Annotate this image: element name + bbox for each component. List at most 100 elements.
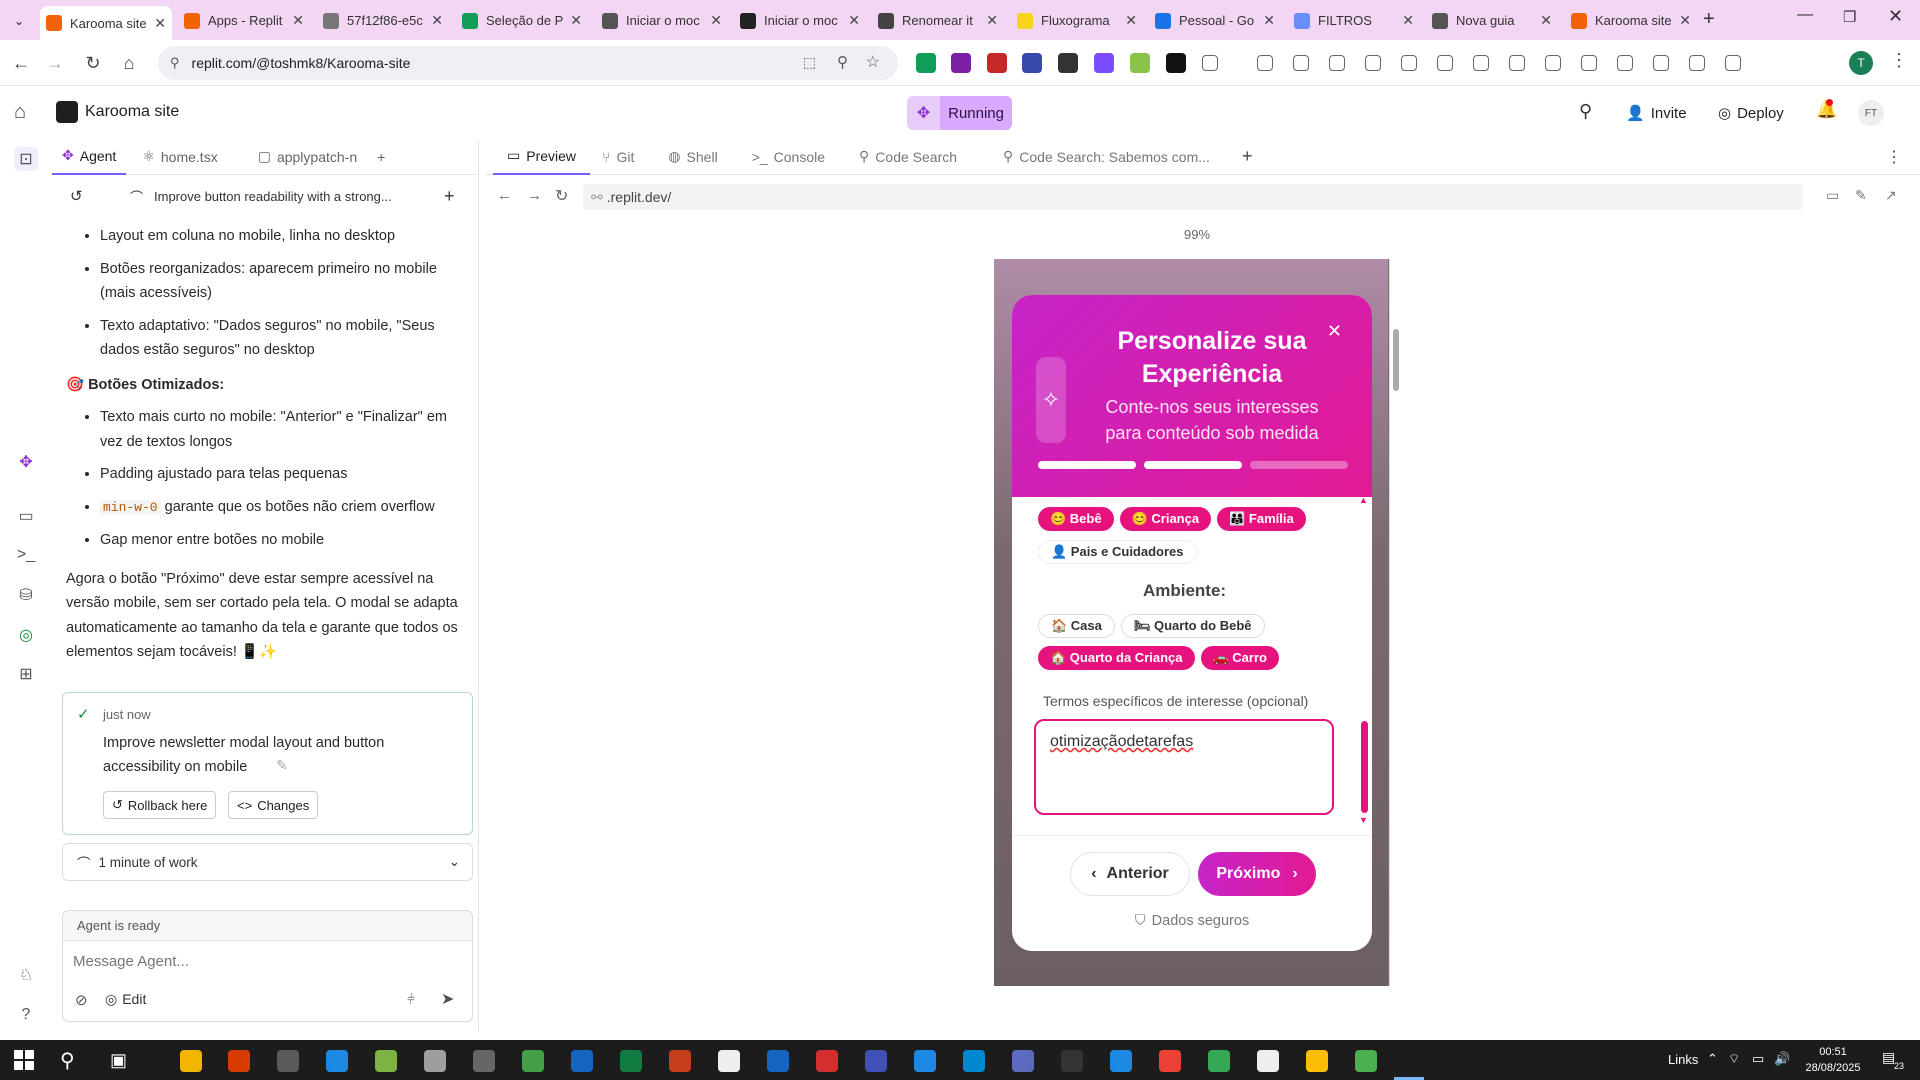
scroll-up-icon[interactable]: ▲	[1359, 495, 1368, 505]
edit-mode-button[interactable]: ◎ Edit	[105, 991, 146, 1008]
volume-icon[interactable]: 🔊	[1774, 1051, 1790, 1067]
tab-applypatch[interactable]: ▢ applypatch-n	[248, 139, 367, 175]
browser-tab[interactable]: Nova guia ✕	[1426, 6, 1558, 35]
close-tab-icon[interactable]: ✕	[1402, 12, 1414, 29]
add-tab-icon[interactable]: +	[367, 139, 395, 175]
tab-preview[interactable]: ▭ Preview	[493, 139, 591, 175]
taskbar-app-icon[interactable]	[1355, 1050, 1377, 1072]
reload-icon[interactable]: ↻	[80, 50, 106, 76]
taskbar-app-icon[interactable]	[326, 1050, 348, 1072]
pane-menu-icon[interactable]: ⋮	[1886, 147, 1902, 167]
new-tab-icon[interactable]: +	[1703, 8, 1715, 31]
devtools-icon[interactable]: ▭	[1826, 187, 1839, 204]
taskbar-app-icon[interactable]	[277, 1050, 299, 1072]
settings-sliders-icon[interactable]: ⫩	[407, 991, 415, 1008]
changes-button[interactable]: <> Changes	[228, 791, 319, 819]
project-name[interactable]: Karooma site	[85, 103, 179, 121]
open-external-icon[interactable]: ↗	[1885, 187, 1897, 204]
chip-carro[interactable]: 🚗 Carro	[1200, 646, 1279, 670]
taskbar-app-icon[interactable]	[816, 1050, 838, 1072]
close-window-icon[interactable]: ✕	[1888, 6, 1903, 27]
chip-crianca[interactable]: 😊 Criança	[1119, 507, 1212, 531]
site-info-icon[interactable]: ⚲	[170, 55, 180, 71]
history-icon[interactable]: ↺	[70, 187, 83, 205]
extension-icon[interactable]	[1509, 55, 1525, 71]
taskbar-app-icon[interactable]	[963, 1050, 985, 1072]
help-icon[interactable]: ?	[14, 1003, 38, 1027]
preview-forward-icon[interactable]: →	[527, 187, 542, 204]
extension-icon[interactable]	[1581, 55, 1597, 71]
extension-icon[interactable]	[1725, 55, 1741, 71]
taskbar-app-icon[interactable]	[424, 1050, 446, 1072]
restore-icon[interactable]: ❐	[1843, 8, 1856, 26]
taskbar-app-icon[interactable]	[522, 1050, 544, 1072]
search-icon[interactable]: ⚲	[1579, 101, 1592, 122]
thread-title[interactable]: Improve button readability with a strong…	[154, 189, 392, 204]
extension-icon[interactable]	[1437, 55, 1453, 71]
chrome-menu-icon[interactable]: ⋮	[1890, 50, 1908, 71]
modal-scrollbar-thumb[interactable]	[1361, 721, 1368, 813]
taskbar-app-icon[interactable]	[1061, 1050, 1083, 1072]
close-tab-icon[interactable]: ✕	[1125, 12, 1137, 29]
browser-tab[interactable]: Fluxograma ✕	[1011, 6, 1143, 35]
extension-icon[interactable]	[1166, 53, 1186, 73]
user-avatar[interactable]: FT	[1858, 100, 1884, 126]
frame-scrollbar-thumb[interactable]	[1393, 329, 1399, 391]
extension-icon[interactable]	[1094, 53, 1114, 73]
extension-icon[interactable]	[1257, 55, 1273, 71]
taskbar-app-icon[interactable]	[1306, 1050, 1328, 1072]
chip-bebe[interactable]: 😊 Bebê	[1038, 507, 1114, 531]
alerts-icon[interactable]: ♘	[14, 963, 38, 987]
extension-icon[interactable]	[1202, 55, 1218, 71]
tab-git[interactable]: ⑂ Git	[592, 139, 644, 175]
tab-console[interactable]: >_ Console	[742, 139, 835, 175]
preview-back-icon[interactable]: ←	[497, 187, 512, 204]
taskbar-app-icon[interactable]	[473, 1050, 495, 1072]
message-input[interactable]	[73, 949, 453, 973]
database-icon[interactable]: ⛁	[14, 583, 38, 607]
frame-scrollbar[interactable]	[1389, 259, 1402, 986]
close-tab-icon[interactable]: ✕	[1540, 12, 1552, 29]
browser-tab[interactable]: 57f12f86-e5c ✕	[317, 6, 449, 35]
tab-search-icon[interactable]: ⌄	[8, 10, 30, 32]
taskbar-app-icon[interactable]	[767, 1050, 789, 1072]
close-tab-icon[interactable]: ✕	[710, 12, 722, 29]
wifi-icon[interactable]: ⌔	[1728, 1051, 1740, 1067]
chip-pais[interactable]: 👤 Pais e Cuidadores	[1038, 540, 1197, 564]
home-icon[interactable]: ⌂	[116, 50, 142, 76]
invite-button[interactable]: 👤 Invite	[1616, 96, 1697, 130]
tray-chevron-icon[interactable]: ⌃	[1707, 1051, 1718, 1067]
preview-url-field[interactable]: ⚯ .replit.dev/	[583, 184, 1803, 210]
terms-textarea[interactable]: otimizaçãodetarefas	[1034, 719, 1334, 815]
extension-icon[interactable]	[1058, 53, 1078, 73]
edit-pencil-icon[interactable]: ✎	[276, 757, 288, 774]
browser-tab[interactable]: Karooma site ✕	[40, 6, 172, 40]
extension-icon[interactable]	[1545, 55, 1561, 71]
taskbar-app-icon[interactable]	[1159, 1050, 1181, 1072]
browser-tab[interactable]: Apps - Replit ✕	[178, 6, 310, 35]
preview-icon[interactable]: ▭	[14, 504, 38, 528]
links-toolbar[interactable]: Links	[1668, 1052, 1698, 1067]
omnibox[interactable]: ⚲ replit.com/@toshmk8/Karooma-site ⬚ ⚲ ☆	[158, 46, 898, 80]
new-thread-icon[interactable]: +	[444, 186, 455, 207]
chip-familia[interactable]: 👨‍👩‍👧 Família	[1217, 507, 1306, 531]
web-icon[interactable]: ◎	[14, 623, 38, 647]
back-icon[interactable]: ←	[8, 50, 34, 76]
install-icon[interactable]: ⬚	[803, 54, 816, 71]
taskbar-app-icon[interactable]	[228, 1050, 250, 1072]
taskbar-app-icon[interactable]	[1110, 1050, 1132, 1072]
extension-icon[interactable]	[1130, 53, 1150, 73]
close-tab-icon[interactable]: ✕	[431, 12, 443, 29]
taskbar-app-icon[interactable]	[1012, 1050, 1034, 1072]
chip-casa[interactable]: 🏠 Casa	[1038, 614, 1115, 638]
extension-icon[interactable]	[987, 53, 1007, 73]
taskbar-app-icon[interactable]	[1257, 1050, 1279, 1072]
zoom-icon[interactable]: ⚲	[837, 53, 848, 71]
extension-icon[interactable]	[1689, 55, 1705, 71]
close-tab-icon[interactable]: ✕	[154, 15, 166, 32]
rollback-button[interactable]: ↺ Rollback here	[103, 791, 217, 819]
wrench-icon[interactable]: ✎	[1855, 187, 1867, 204]
attach-icon[interactable]: ⊘	[75, 991, 88, 1009]
browser-tab[interactable]: FILTROS ✕	[1288, 6, 1420, 35]
preview-reload-icon[interactable]: ↻	[555, 186, 568, 206]
